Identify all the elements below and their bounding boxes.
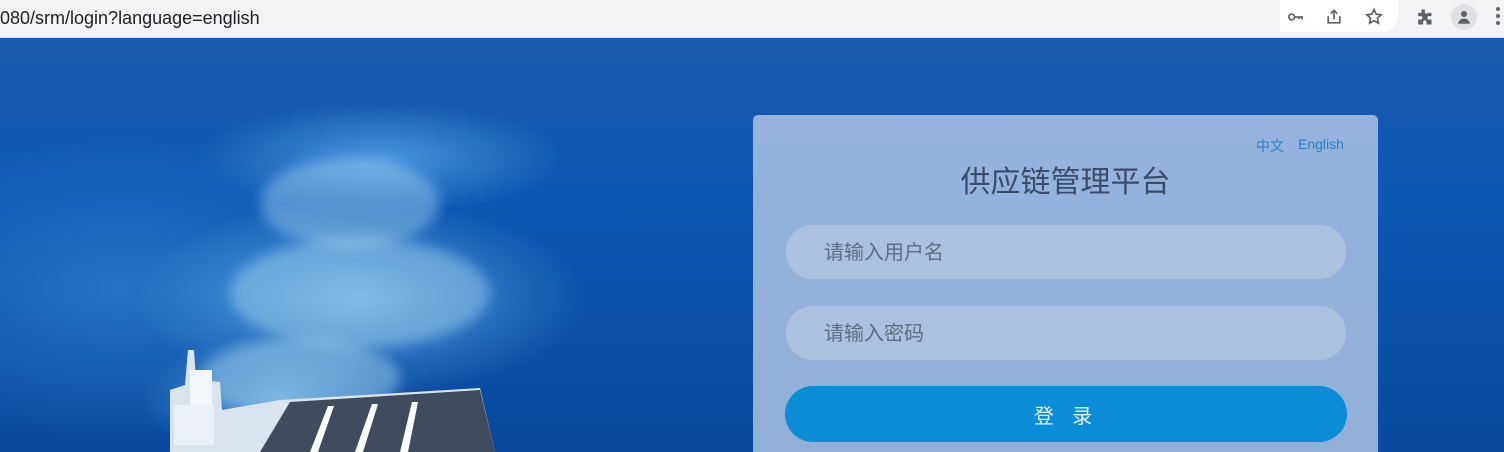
extension-icon[interactable] xyxy=(1411,4,1437,30)
star-icon[interactable] xyxy=(1361,4,1387,30)
password-input[interactable] xyxy=(786,306,1346,360)
wake-highlight xyxy=(260,158,440,248)
ship-image xyxy=(170,350,495,452)
share-icon[interactable] xyxy=(1321,4,1347,30)
login-button[interactable]: 登 录 xyxy=(785,386,1347,442)
profile-icon[interactable] xyxy=(1451,4,1477,30)
lang-english-link[interactable]: English xyxy=(1298,136,1344,152)
key-icon[interactable] xyxy=(1282,4,1308,30)
username-input[interactable] xyxy=(786,225,1346,279)
username-field xyxy=(785,224,1347,280)
menu-icon[interactable] xyxy=(1494,7,1504,31)
browser-toolbar: 080/srm/login?language=english xyxy=(0,0,1504,38)
page-title: 供应链管理平台 xyxy=(960,165,1171,200)
login-panel: 中文 English 供应链管理平台 登 录 xyxy=(753,115,1378,452)
lang-chinese-link[interactable]: 中文 xyxy=(1256,136,1284,156)
password-field xyxy=(785,305,1347,361)
address-bar-url[interactable]: 080/srm/login?language=english xyxy=(0,5,260,31)
